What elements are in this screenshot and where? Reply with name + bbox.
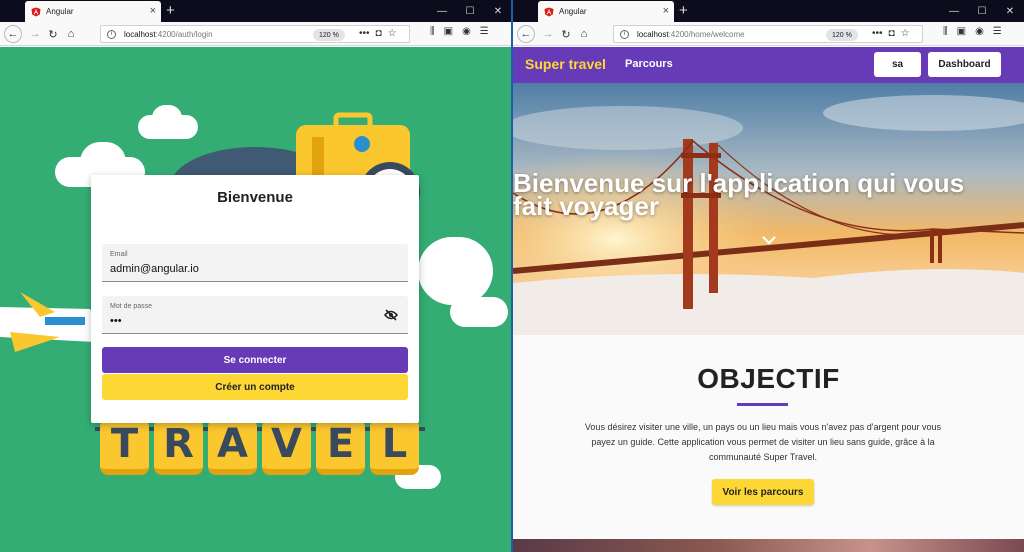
maximize-icon[interactable]: ☐ [968, 0, 996, 22]
close-window-icon[interactable]: ✕ [484, 0, 512, 22]
hero-title: Bienvenue sur l'application qui vous fai… [513, 168, 965, 221]
new-tab-icon[interactable]: + [679, 2, 688, 19]
minimize-icon[interactable]: — [940, 0, 968, 22]
page-actions-icon[interactable]: ••• [359, 28, 370, 39]
browser-window-welcome: Angular × + — ☐ ✕ ← → ↻ ⌂ i localhost:42… [513, 0, 1024, 552]
bookmark-star-icon[interactable]: ☆ [901, 28, 910, 39]
url-bar[interactable]: i localhost:4200/auth/login 120 % ••• ◘ … [100, 25, 410, 43]
close-window-icon[interactable]: ✕ [996, 0, 1024, 22]
reload-icon[interactable]: ↻ [557, 25, 575, 43]
nav-link-parcours[interactable]: Parcours [625, 58, 673, 70]
zoom-level[interactable]: 120 % [826, 29, 858, 41]
sidebar-icon[interactable]: ▣ [444, 26, 453, 37]
email-field[interactable]: Email admin@angular.io [102, 244, 408, 282]
url-host: localhost [637, 29, 669, 39]
visibility-off-icon[interactable] [384, 309, 398, 321]
back-arrow-icon[interactable]: ← [517, 25, 535, 43]
site-info-icon[interactable]: i [620, 29, 629, 39]
maximize-icon[interactable]: ☐ [456, 0, 484, 22]
url-actions: ••• ◘ ☆ [872, 28, 910, 39]
close-tab-icon[interactable]: × [663, 5, 669, 17]
browser-tab[interactable]: Angular × [538, 1, 674, 22]
zoom-level[interactable]: 120 % [313, 29, 345, 41]
decor-letter: T [100, 419, 149, 475]
bookmark-star-icon[interactable]: ☆ [388, 28, 397, 39]
pocket-icon[interactable]: ◘ [889, 28, 895, 39]
pocket-icon[interactable]: ◘ [376, 28, 382, 39]
login-page: T R A V E L Bienvenue Email admin@angula… [0, 47, 512, 552]
travel-letters-decoration: T R A V E L [100, 419, 419, 475]
decor-letter: E [316, 419, 365, 475]
close-tab-icon[interactable]: × [150, 5, 156, 17]
menu-icon[interactable]: ☰ [480, 26, 489, 37]
login-card: Bienvenue Email admin@angular.io Mot de … [91, 175, 419, 423]
back-arrow-icon[interactable]: ← [4, 25, 22, 43]
home-icon[interactable]: ⌂ [575, 25, 593, 43]
library-icon[interactable]: ⫼ [430, 26, 435, 37]
navigation-toolbar: ← → ↻ ⌂ i localhost:4200/home/welcome 12… [513, 22, 1024, 46]
decor-letter: L [370, 419, 419, 475]
angular-favicon-icon [544, 7, 554, 16]
user-button[interactable]: sa [874, 52, 921, 77]
url-host: localhost [124, 29, 156, 39]
new-tab-icon[interactable]: + [166, 2, 175, 19]
toolbar-icons: ⫼ ▣ ◉ ☰ [943, 26, 1002, 37]
window-controls: — ☐ ✕ [428, 0, 512, 22]
toolbar-icons: ⫼ ▣ ◉ ☰ [430, 26, 489, 37]
app-toolbar: Super travel Parcours sa Dashboard [513, 47, 1024, 83]
account-icon[interactable]: ◉ [975, 26, 984, 37]
sidebar-icon[interactable]: ▣ [957, 26, 966, 37]
login-title: Bienvenue [217, 189, 293, 206]
dashboard-button[interactable]: Dashboard [928, 52, 1001, 77]
browser-tab[interactable]: Angular × [25, 1, 161, 22]
section-title: OBJECTIF [697, 363, 840, 394]
reload-icon[interactable]: ↻ [44, 25, 62, 43]
view-parcours-button[interactable]: Voir les parcours [712, 479, 814, 505]
password-label: Mot de passe [110, 303, 153, 310]
email-label: Email [110, 251, 128, 258]
account-icon[interactable]: ◉ [462, 26, 471, 37]
library-icon[interactable]: ⫼ [943, 26, 948, 37]
menu-icon[interactable]: ☰ [993, 26, 1002, 37]
email-value: admin@angular.io [110, 263, 199, 275]
url-actions: ••• ◘ ☆ [359, 28, 397, 39]
tab-strip: Angular × + — ☐ ✕ [0, 0, 512, 22]
brand-logo[interactable]: Super travel [525, 56, 606, 72]
next-section-image [513, 539, 1024, 552]
home-icon[interactable]: ⌂ [62, 25, 80, 43]
chevron-down-icon[interactable] [761, 235, 777, 245]
create-account-button[interactable]: Créer un compte [102, 374, 408, 400]
login-button[interactable]: Se connecter [102, 347, 408, 373]
tab-title: Angular [46, 7, 74, 16]
decor-letter: V [262, 419, 311, 475]
window-controls: — ☐ ✕ [940, 0, 1024, 22]
welcome-page: Super travel Parcours sa Dashboard Bienv… [513, 47, 1024, 552]
page-actions-icon[interactable]: ••• [872, 28, 883, 39]
url-path: :4200/auth/login [155, 29, 213, 39]
navigation-toolbar: ← → ↻ ⌂ i localhost:4200/auth/login 120 … [0, 22, 512, 46]
url-bar[interactable]: i localhost:4200/home/welcome 120 % ••• … [613, 25, 923, 43]
angular-favicon-icon [31, 7, 41, 16]
forward-arrow-icon[interactable]: → [26, 25, 44, 43]
password-value: ••• [110, 315, 122, 327]
forward-arrow-icon[interactable]: → [539, 25, 557, 43]
title-underline [737, 403, 788, 406]
tab-strip: Angular × + — ☐ ✕ [513, 0, 1024, 22]
site-info-icon[interactable]: i [107, 29, 116, 39]
section-description: Vous désirez visiter une ville, un pays … [584, 422, 942, 462]
tab-title: Angular [559, 7, 587, 16]
url-path: :4200/home/welcome [668, 29, 745, 39]
minimize-icon[interactable]: — [428, 0, 456, 22]
password-field[interactable]: Mot de passe ••• [102, 296, 408, 334]
decor-letter: R [154, 419, 203, 475]
browser-window-login: Angular × + — ☐ ✕ ← → ↻ ⌂ i localhost:42… [0, 0, 512, 552]
hero-banner: Bienvenue sur l'application qui vous fai… [513, 83, 1024, 335]
decor-letter: A [208, 419, 257, 475]
